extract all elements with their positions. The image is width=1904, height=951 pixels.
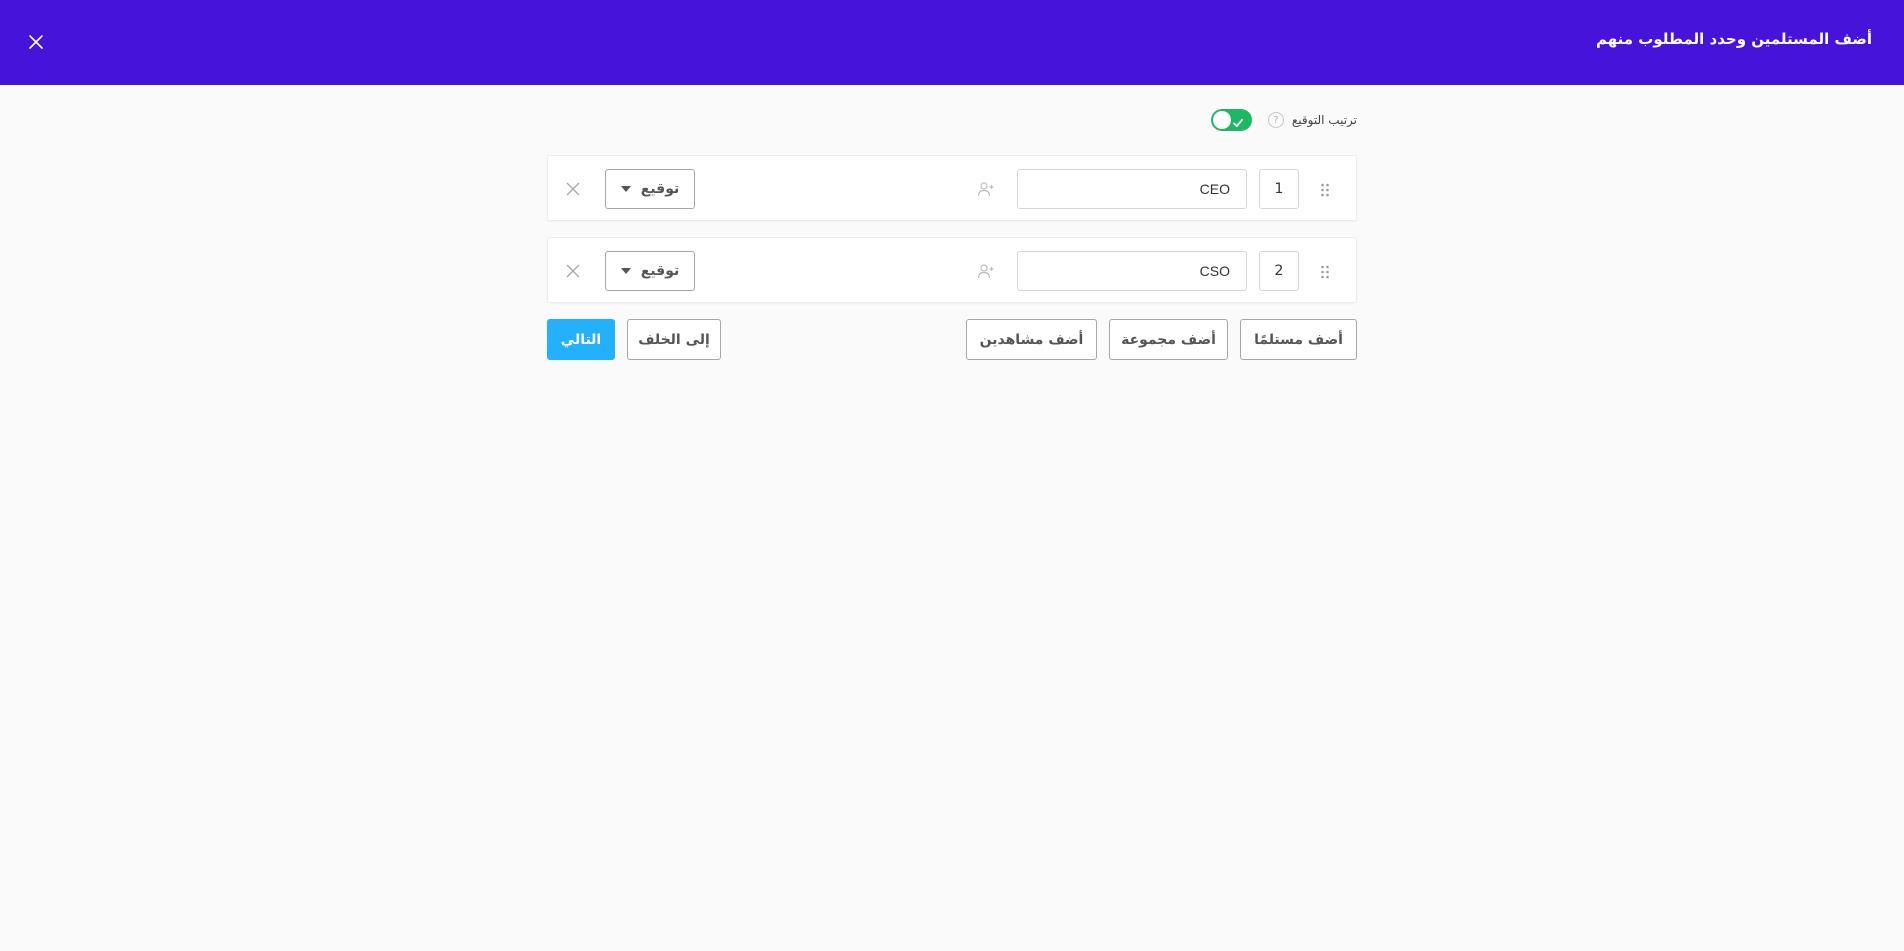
modal-header: أضف المستلمين وحدد المطلوب منهم	[0, 0, 1904, 85]
add-group-button[interactable]: أضف مجموعة	[1109, 319, 1228, 360]
add-recipient-button[interactable]: أضف مستلمًا	[1240, 319, 1357, 360]
caret-down-icon	[620, 268, 631, 274]
action-dropdown[interactable]: توقيع	[605, 169, 695, 209]
signing-order-row: ترتيب التوقيع ?	[1210, 108, 1357, 133]
recipient-row: 1 توقيع	[547, 155, 1357, 221]
modal-title: أضف المستلمين وحدد المطلوب منهم	[1595, 30, 1872, 48]
close-icon[interactable]	[24, 30, 48, 54]
help-icon[interactable]: ?	[1267, 112, 1284, 128]
action-dropdown-label: توقيع	[640, 181, 680, 197]
add-user-icon[interactable]	[977, 180, 995, 202]
recipient-order-field[interactable]: 1	[1259, 169, 1299, 209]
add-viewers-button[interactable]: أضف مشاهدين	[966, 319, 1097, 360]
action-dropdown-label: توقيع	[640, 263, 680, 279]
drag-handle-icon[interactable]	[1320, 182, 1330, 201]
drag-handle-icon[interactable]	[1320, 264, 1330, 283]
remove-recipient-icon[interactable]	[566, 263, 580, 282]
caret-down-icon	[620, 186, 631, 192]
add-user-icon[interactable]	[977, 262, 995, 284]
signing-order-label: ترتيب التوقيع	[1291, 113, 1357, 127]
next-button[interactable]: التالي	[547, 319, 615, 360]
remove-recipient-icon[interactable]	[566, 181, 580, 200]
toggle-knob	[1212, 111, 1231, 129]
check-icon	[1232, 114, 1244, 133]
signing-order-toggle[interactable]	[1210, 109, 1252, 133]
back-button[interactable]: إلى الخلف	[627, 319, 721, 360]
recipient-role-input[interactable]	[1017, 251, 1247, 291]
recipient-row: 2 توقيع	[547, 237, 1357, 303]
recipient-role-input[interactable]	[1017, 169, 1247, 209]
recipient-order-field[interactable]: 2	[1259, 251, 1299, 291]
action-dropdown[interactable]: توقيع	[605, 251, 695, 291]
